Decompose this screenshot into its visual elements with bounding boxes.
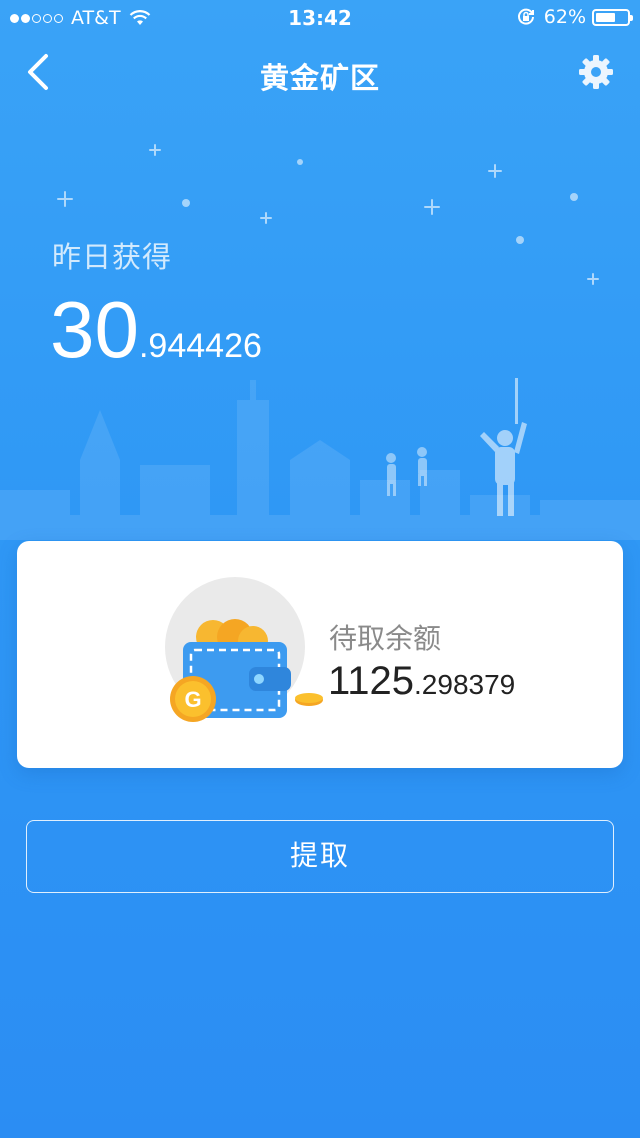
mining-screen: AT&T 13:42 62% 黄金矿区 昨日获得 30.944426 G 待取余…	[0, 0, 640, 1138]
pending-balance-label: 待取余额	[329, 622, 442, 655]
settings-button[interactable]	[576, 52, 616, 92]
withdraw-button[interactable]: 提取	[26, 820, 614, 893]
page-title: 黄金矿区	[259, 61, 380, 95]
battery-percent: 62%	[543, 6, 586, 28]
yesterday-earnings-label: 昨日获得	[52, 240, 173, 274]
gear-icon	[579, 55, 613, 89]
balance-integer: 1125	[328, 659, 415, 703]
wallet-icon: G	[165, 577, 323, 722]
balance-card: G 待取余额 1125.298379	[17, 541, 623, 768]
balance-decimal: .298379	[414, 669, 516, 700]
earnings-integer: 30	[50, 285, 139, 374]
battery-level	[596, 12, 615, 22]
status-right: 62%	[516, 6, 633, 28]
coin-letter: G	[184, 687, 201, 712]
orientation-lock-icon	[517, 8, 534, 25]
pending-balance-amount: 1125.298379	[328, 659, 515, 704]
earnings-decimal: .944426	[138, 327, 262, 365]
battery-icon	[592, 8, 633, 26]
status-bar: AT&T 13:42 62%	[0, 0, 640, 36]
nav-bar: 黄金矿区	[0, 40, 640, 104]
yesterday-earnings-amount: 30.944426	[50, 290, 262, 370]
